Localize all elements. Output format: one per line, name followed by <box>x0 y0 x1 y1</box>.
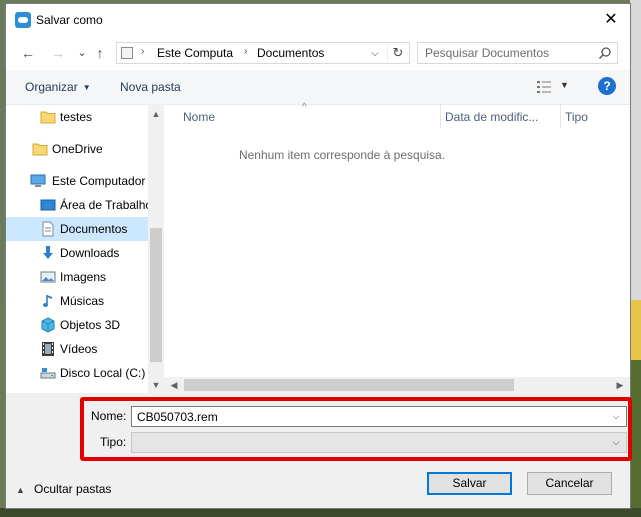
scroll-down-icon[interactable]: ▼ <box>148 377 164 393</box>
sort-ascending-icon: ^ <box>302 102 307 113</box>
recent-locations-button[interactable]: ⌄ <box>72 44 92 62</box>
sidebar-item-label: Área de Trabalho <box>60 198 153 212</box>
sidebar-item-label: Objetos 3D <box>60 318 121 332</box>
chevron-down-icon[interactable]: ⌵ <box>608 435 624 450</box>
title-bar[interactable]: Salvar como ✕ <box>6 4 630 36</box>
scrollbar-thumb[interactable] <box>184 379 514 391</box>
chevron-down-icon[interactable]: ⌵ <box>608 409 624 424</box>
scrollbar-thumb[interactable] <box>150 228 162 362</box>
refresh-icon[interactable]: ↻ <box>387 44 408 62</box>
caret-up-icon: ▲ <box>16 485 25 495</box>
this-pc-icon <box>121 47 133 59</box>
column-divider[interactable] <box>560 104 561 128</box>
sidebar-item-this-pc[interactable]: Este Computador <box>6 169 148 193</box>
new-folder-button[interactable]: Nova pasta <box>120 80 181 94</box>
video-icon <box>42 342 54 356</box>
save-as-dialog: Salvar como ✕ ← → ⌄ ↑ › Este Computa › D… <box>5 3 632 509</box>
breadcrumb-separator: › <box>141 46 145 57</box>
address-bar[interactable]: › Este Computa › Documentos ⌵ ↻ <box>116 42 410 64</box>
music-icon <box>43 295 52 307</box>
sidebar-item-onedrive[interactable]: OneDrive <box>6 137 148 161</box>
hide-folders-toggle[interactable]: ▲ Ocultar pastas <box>16 482 111 496</box>
column-header-name[interactable]: Nome <box>183 110 215 124</box>
file-name-combobox[interactable]: ⌵ <box>131 406 627 427</box>
navigation-pane: testes OneDrive Este Computador Área de … <box>6 104 164 393</box>
sidebar-item-videos[interactable]: Vídeos <box>6 337 148 361</box>
cloud-app-icon <box>15 12 31 28</box>
sidebar-item-desktop[interactable]: Área de Trabalho <box>6 193 152 217</box>
search-input[interactable] <box>418 43 601 63</box>
chevron-down-icon[interactable]: ⌵ <box>367 45 383 63</box>
help-icon[interactable]: ? <box>598 77 616 95</box>
breadcrumb-separator: › <box>244 46 248 57</box>
search-icon[interactable] <box>598 46 612 60</box>
desktop-icon <box>40 199 56 211</box>
column-divider[interactable] <box>440 104 441 128</box>
empty-folder-message: Nenhum item corresponde à pesquisa. <box>238 148 446 162</box>
scroll-left-icon[interactable]: ◀ <box>166 377 182 393</box>
pictures-icon <box>40 271 56 283</box>
file-type-select[interactable]: ⌵ <box>131 432 627 453</box>
sidebar-item-label: Este Computador <box>52 174 146 188</box>
sidebar-item-testes[interactable]: testes <box>6 105 148 129</box>
computer-icon <box>30 174 46 187</box>
sidebar-item-pictures[interactable]: Imagens <box>6 265 148 289</box>
file-list-pane: ^ Nome Data de modific... Tipo Nenhum it… <box>164 102 630 393</box>
up-button[interactable]: ↑ <box>90 44 110 62</box>
navigation-pane-scrollbar[interactable]: ▲ ▼ <box>148 104 164 393</box>
view-caret-down-icon[interactable]: ▼ <box>560 80 569 90</box>
background-desktop-bottom <box>0 508 641 517</box>
search-box[interactable] <box>417 42 618 64</box>
navigation-bar: ← → ⌄ ↑ › Este Computa › Documentos ⌵ ↻ <box>6 36 630 70</box>
scroll-right-icon[interactable]: ▶ <box>612 377 628 393</box>
cancel-button[interactable]: Cancelar <box>527 472 612 495</box>
window-title: Salvar como <box>36 13 103 27</box>
sidebar-item-label: Vídeos <box>60 342 98 356</box>
objects-3d-icon <box>41 317 55 333</box>
documents-icon <box>42 221 54 237</box>
forward-button[interactable]: → <box>48 44 68 62</box>
breadcrumb-documents[interactable]: Documentos <box>257 46 324 60</box>
folder-icon <box>40 111 56 124</box>
column-headers: ^ Nome Data de modific... Tipo <box>164 102 630 128</box>
sidebar-item-label: Downloads <box>60 246 120 260</box>
sidebar-item-local-disk[interactable]: Disco Local (C:) <box>6 361 148 385</box>
column-header-type[interactable]: Tipo <box>565 110 588 124</box>
save-options-panel: Nome: ⌵ Tipo: ⌵ ▲ Ocultar pastas Salvar C… <box>6 393 632 508</box>
file-name-input[interactable] <box>132 407 607 426</box>
sidebar-item-downloads[interactable]: Downloads <box>6 241 148 265</box>
close-button[interactable]: ✕ <box>596 6 626 34</box>
scroll-up-icon[interactable]: ▲ <box>148 106 164 122</box>
column-header-date-modified[interactable]: Data de modific... <box>445 110 538 124</box>
sidebar-item-music[interactable]: Músicas <box>6 289 148 313</box>
save-button[interactable]: Salvar <box>427 472 512 495</box>
sidebar-item-documents[interactable]: Documentos <box>6 217 148 241</box>
sidebar-item-label: Músicas <box>60 294 105 308</box>
download-icon <box>43 246 53 259</box>
organize-label: Organizar <box>25 80 78 94</box>
caret-down-icon: ▼ <box>82 83 91 92</box>
back-button[interactable]: ← <box>18 44 38 62</box>
sidebar-item-3d-objects[interactable]: Objetos 3D <box>6 313 148 337</box>
organize-menu[interactable]: Organizar ▼ <box>25 80 91 94</box>
hide-folders-label: Ocultar pastas <box>34 482 112 496</box>
sidebar-item-label: Documentos <box>60 222 128 236</box>
drive-icon <box>40 368 56 379</box>
command-bar: Organizar ▼ Nova pasta ▼ ? <box>6 70 630 105</box>
sidebar-item-label: Disco Local (C:) <box>60 366 146 380</box>
breadcrumb-this-pc[interactable]: Este Computa <box>157 46 233 60</box>
file-type-label: Tipo: <box>100 435 127 449</box>
file-list-horizontal-scrollbar[interactable]: ◀ ▶ <box>164 377 630 393</box>
file-name-label: Nome: <box>91 409 127 423</box>
sidebar-item-label: testes <box>60 110 93 124</box>
view-options-icon[interactable] <box>536 80 552 94</box>
folder-icon <box>32 143 48 156</box>
sidebar-item-label: Imagens <box>60 270 107 284</box>
sidebar-item-label: OneDrive <box>52 142 103 156</box>
